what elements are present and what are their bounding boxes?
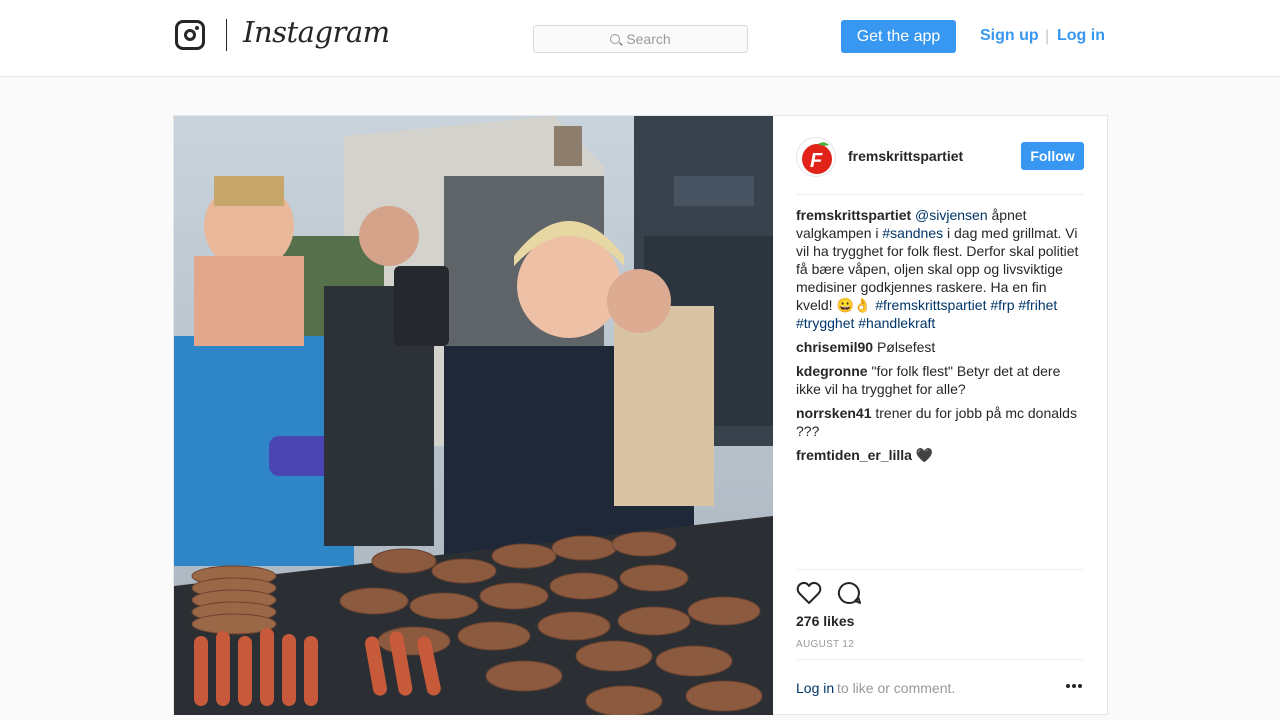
heart-icon[interactable] <box>796 581 822 605</box>
hashtag-link[interactable]: #frp <box>990 297 1014 313</box>
caption-username[interactable]: fremskrittspartiet <box>796 207 911 223</box>
search-input[interactable]: Search <box>533 25 748 53</box>
log-in-link[interactable]: Log in <box>796 680 834 696</box>
svg-text:F: F <box>810 150 823 172</box>
comment-text: Pølsefest <box>876 339 936 355</box>
comment-item: chrisemil90 Pølsefest <box>796 338 1086 356</box>
mention-link[interactable]: @sivjensen <box>915 207 988 223</box>
comment-item: norrsken41 trener du for jobb på mc dona… <box>796 404 1086 440</box>
hashtag-link[interactable]: #handlekraft <box>858 315 935 331</box>
search-placeholder: Search <box>626 31 671 47</box>
comment-username[interactable]: kdegronne <box>796 363 868 379</box>
author-avatar[interactable]: F <box>796 137 836 177</box>
comment-username[interactable]: norrsken41 <box>796 405 871 421</box>
post-header: F fremskrittspartiet Follow <box>796 137 1084 195</box>
post-actions: 276 likes AUGUST 12 <box>796 569 1084 659</box>
footer-text: to like or comment. <box>837 680 956 696</box>
comment-username[interactable]: chrisemil90 <box>796 339 873 355</box>
post-footer: Log in to like or comment. <box>796 659 1084 714</box>
follow-button[interactable]: Follow <box>1021 142 1084 170</box>
author-username[interactable]: fremskrittspartiet <box>848 148 963 164</box>
post-sidebar: F fremskrittspartiet Follow fremskrittsp… <box>773 116 1107 714</box>
post-date: AUGUST 12 <box>796 639 855 650</box>
sign-up-link[interactable]: Sign up <box>980 27 1039 45</box>
search-icon <box>610 34 621 44</box>
get-the-app-button[interactable]: Get the app <box>841 20 956 53</box>
hashtag-link[interactable]: #frihet <box>1018 297 1057 313</box>
comment-item: kdegronne "for folk flest" Betyr det at … <box>796 362 1086 398</box>
top-navigation-bar: Instagram Search Get the app Sign up | L… <box>0 0 1280 77</box>
post-photo[interactable] <box>174 116 773 715</box>
frp-logo-icon: F <box>802 142 832 174</box>
more-options-icon[interactable] <box>1066 684 1082 690</box>
comment-username[interactable]: fremtiden_er_lilla <box>796 447 912 463</box>
instagram-wordmark-logo[interactable]: Instagram <box>243 15 390 49</box>
comment-item: fremtiden_er_lilla 🖤 <box>796 446 1086 464</box>
hashtag-link[interactable]: #trygghet <box>796 315 854 331</box>
hashtag-link[interactable]: #sandnes <box>882 225 943 241</box>
post-photo-illustration <box>174 116 773 715</box>
post-card: F fremskrittspartiet Follow fremskrittsp… <box>173 115 1108 715</box>
instagram-camera-icon[interactable] <box>175 20 205 50</box>
logo-divider <box>226 19 227 51</box>
nav-separator: | <box>1045 28 1050 45</box>
comment-text: 🖤 <box>915 447 934 463</box>
comments-list: fremskrittspartiet @sivjensen åpnet valg… <box>796 206 1086 470</box>
speech-bubble-icon[interactable] <box>836 581 862 605</box>
log-in-link[interactable]: Log in <box>1057 27 1105 45</box>
caption: fremskrittspartiet @sivjensen åpnet valg… <box>796 206 1086 332</box>
hashtag-link[interactable]: #fremskrittspartiet <box>875 297 986 313</box>
likes-count[interactable]: 276 likes <box>796 613 854 629</box>
